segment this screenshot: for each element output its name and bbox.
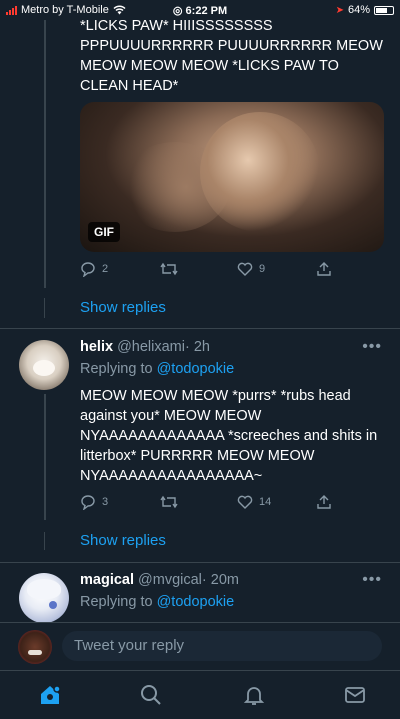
share-button[interactable]: [316, 261, 332, 277]
retweet-button[interactable]: [160, 261, 178, 277]
like-icon: [237, 495, 253, 509]
like-icon: [237, 262, 253, 276]
like-button[interactable]: 14: [237, 494, 271, 510]
notifications-icon[interactable]: [242, 683, 266, 707]
more-icon[interactable]: •••: [362, 338, 382, 356]
share-button[interactable]: [316, 494, 332, 510]
tweet-time: · 2h: [184, 339, 210, 355]
divider: [0, 622, 400, 623]
retweet-button[interactable]: [160, 494, 178, 510]
thread-line: [44, 298, 45, 318]
replying-to: Replying to @todopokie: [80, 361, 234, 377]
retweet-icon: [160, 262, 178, 276]
thread-line: [44, 20, 46, 288]
replying-prefix: Replying to: [80, 361, 153, 377]
author-handle[interactable]: @helixami: [117, 339, 185, 355]
reply-icon: [81, 495, 95, 510]
thread-line: [44, 532, 45, 550]
retweet-icon: [160, 495, 178, 509]
replying-to-handle[interactable]: @todopokie: [157, 361, 235, 377]
tweet-meta: helix @helixami· 2h: [80, 339, 210, 355]
search-icon[interactable]: [139, 683, 163, 707]
reply-input[interactable]: Tweet your reply: [62, 631, 382, 661]
reply-icon: [81, 262, 95, 277]
gif-media[interactable]: GIF: [80, 102, 384, 252]
avatar-mouth: [28, 650, 42, 655]
tweet-actions: 2 9: [80, 261, 340, 279]
battery-icon: [374, 5, 394, 15]
bottom-nav: [0, 670, 400, 719]
show-replies-link[interactable]: Show replies: [80, 532, 166, 549]
replying-to-handle[interactable]: @todopokie: [157, 594, 235, 610]
reply-button[interactable]: 2: [80, 261, 108, 277]
more-icon[interactable]: •••: [362, 571, 382, 589]
replying-to: Replying to @todopokie: [80, 594, 234, 610]
divider: [0, 562, 400, 563]
home-icon[interactable]: [38, 683, 62, 707]
divider: [0, 328, 400, 329]
messages-icon[interactable]: [343, 683, 367, 707]
reply-composer: Tweet your reply: [0, 622, 400, 670]
show-replies-link[interactable]: Show replies: [80, 299, 166, 316]
avatar-eye: [49, 601, 57, 609]
share-icon: [317, 262, 331, 276]
author-handle[interactable]: @mvgical: [138, 572, 202, 588]
tweet-time: · 20m: [201, 572, 239, 588]
thread-line: [44, 394, 46, 520]
reply-count: 3: [102, 496, 109, 508]
cat-image-highlight: [200, 112, 320, 232]
tweet-text: *LICKS PAW* HIIISSSSSSSS PPPUUUURRRRRR P…: [80, 18, 383, 94]
avatar-hair: [27, 579, 61, 599]
location-icon: ➤: [335, 4, 344, 16]
author-name[interactable]: magical: [80, 572, 134, 588]
gif-badge: GIF: [88, 222, 120, 242]
author-name[interactable]: helix: [80, 339, 113, 355]
reply-button[interactable]: 3: [80, 494, 108, 510]
like-count: 14: [259, 496, 272, 508]
tweet-text: MEOW MEOW MEOW *purrs* *rubs head agains…: [80, 388, 378, 484]
battery-area: ➤ 64%: [336, 4, 394, 16]
share-icon: [317, 495, 331, 509]
replying-prefix: Replying to: [80, 594, 153, 610]
my-avatar[interactable]: [18, 630, 52, 664]
avatar[interactable]: [19, 340, 69, 390]
tweet-actions: 3 14: [80, 494, 340, 512]
like-count: 9: [259, 263, 266, 275]
battery-label: 64%: [347, 4, 370, 16]
reply-count: 2: [102, 263, 109, 275]
tweet-meta: magical @mvgical· 20m: [80, 572, 239, 588]
avatar[interactable]: [19, 573, 69, 623]
avatar-face: [33, 360, 55, 376]
like-button[interactable]: 9: [237, 261, 265, 277]
